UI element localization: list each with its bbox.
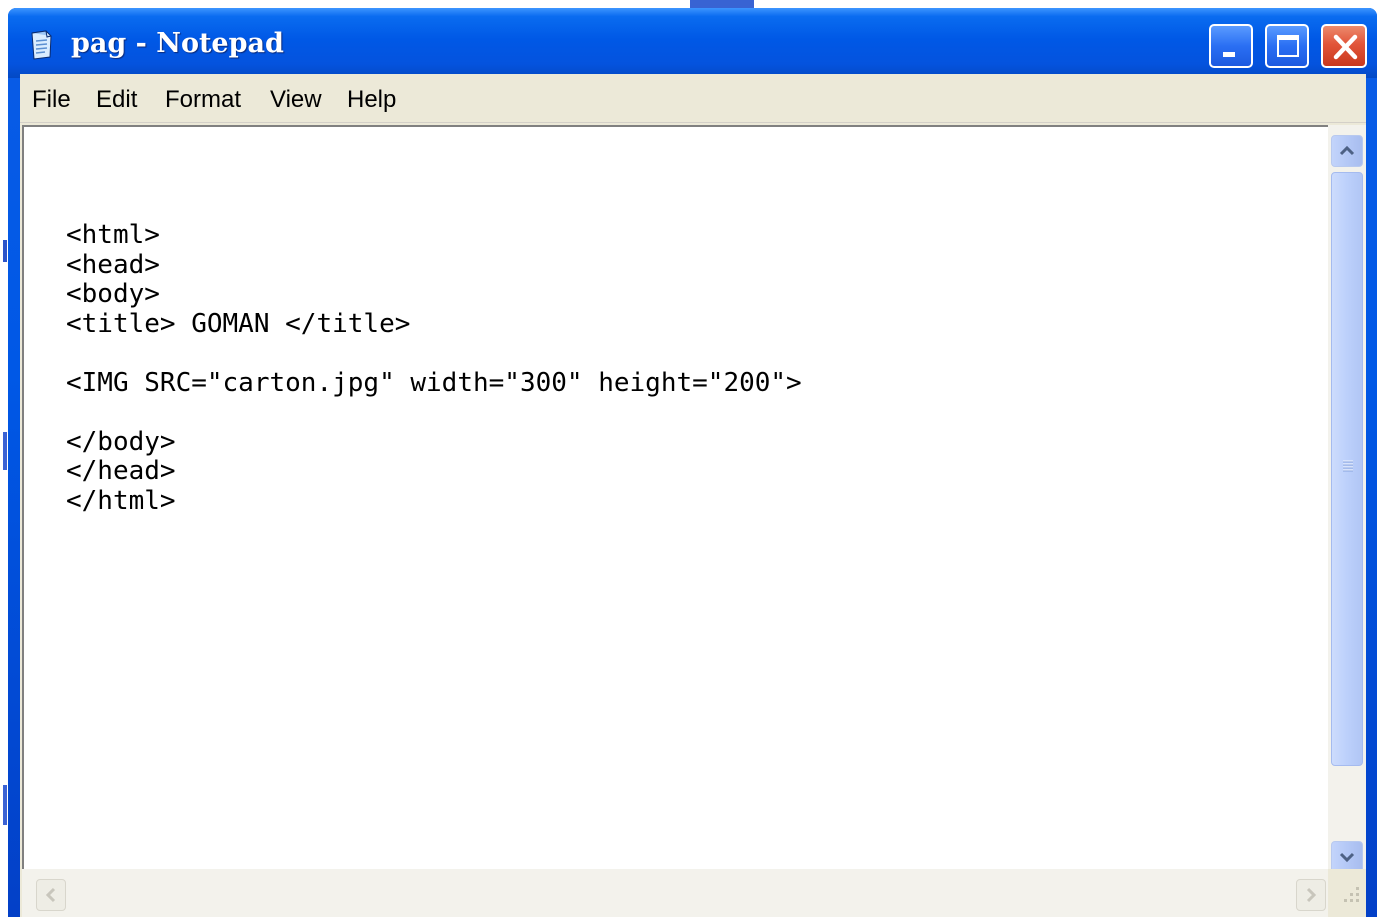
background-window-edge (690, 0, 754, 8)
scroll-right-button[interactable] (1296, 879, 1326, 911)
resize-grip[interactable] (1328, 869, 1366, 917)
menu-edit[interactable]: Edit (92, 84, 141, 116)
chevron-down-icon (1339, 852, 1355, 863)
minimize-icon (1223, 52, 1235, 57)
menu-view[interactable]: View (266, 84, 326, 116)
background-window-edge (3, 240, 7, 262)
minimize-button[interactable] (1209, 24, 1253, 68)
chevron-up-icon (1339, 145, 1355, 156)
client-area: File Edit Format View Help <html> <head>… (20, 74, 1366, 917)
title-bar[interactable]: pag - Notepad (8, 8, 1377, 78)
maximize-icon (1277, 35, 1299, 57)
notepad-window: pag - Notepad File Edit Format View Help (8, 8, 1377, 917)
grip-icon (1343, 460, 1353, 472)
vertical-scrollbar[interactable] (1328, 125, 1366, 873)
notepad-icon[interactable] (28, 30, 54, 60)
maximize-button[interactable] (1265, 24, 1309, 68)
close-icon (1333, 34, 1358, 60)
close-button[interactable] (1321, 24, 1367, 68)
menu-file[interactable]: File (28, 84, 75, 116)
chevron-left-icon (45, 887, 56, 903)
chevron-right-icon (1306, 887, 1317, 903)
scroll-thumb[interactable] (1331, 172, 1363, 766)
background-window-edge (3, 432, 7, 470)
menu-help[interactable]: Help (343, 84, 400, 116)
menu-format[interactable]: Format (161, 84, 245, 116)
menu-bar: File Edit Format View Help (20, 74, 1366, 123)
horizontal-scrollbar[interactable] (22, 869, 1328, 917)
window-title: pag - Notepad (71, 28, 284, 59)
editor-text[interactable]: <html> <head> <body> <title> GOMAN </tit… (66, 220, 802, 516)
background-window-edge (3, 785, 7, 825)
scroll-left-button[interactable] (36, 879, 66, 911)
scroll-up-button[interactable] (1331, 135, 1363, 167)
resize-grip-icon (1344, 887, 1359, 902)
text-editor[interactable]: <html> <head> <body> <title> GOMAN </tit… (22, 125, 1328, 869)
